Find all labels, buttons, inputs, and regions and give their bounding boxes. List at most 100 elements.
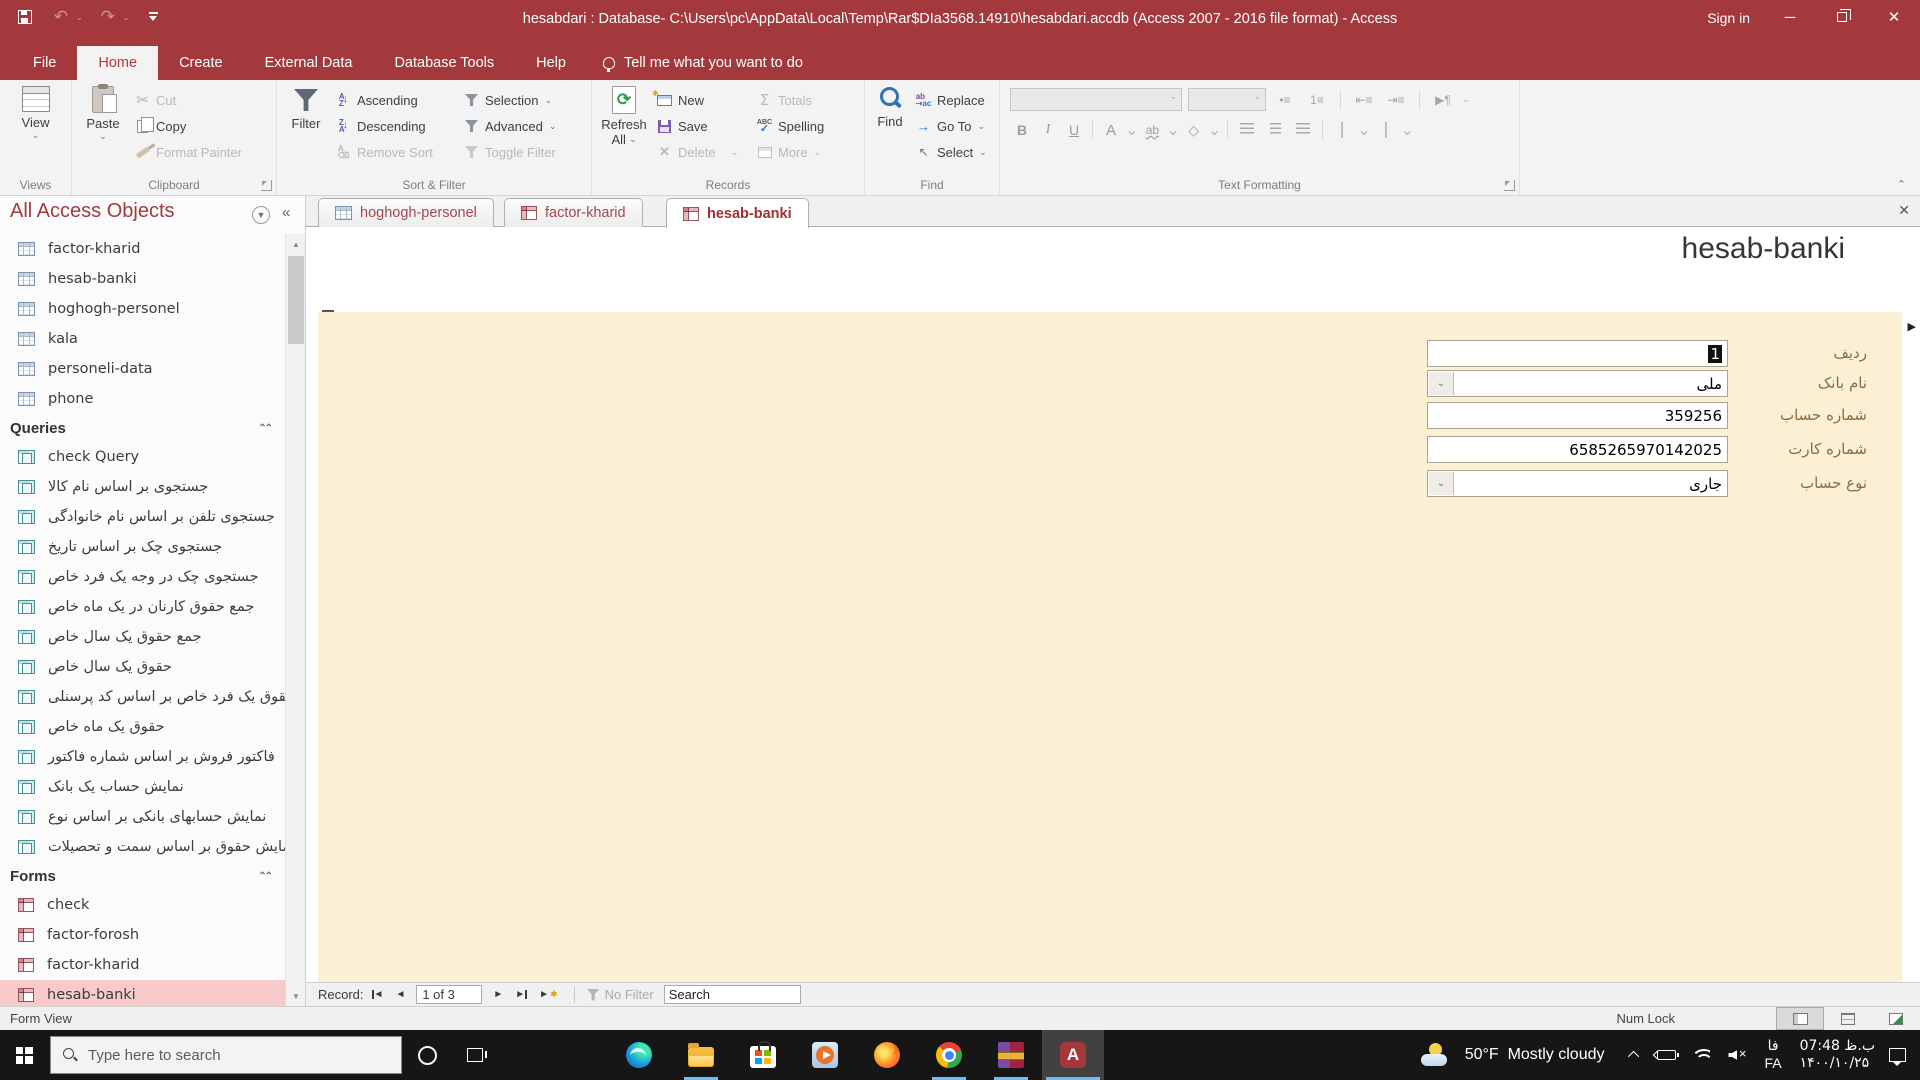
new-record-button[interactable]: New	[652, 87, 756, 113]
navigation-scrollbar[interactable]: ▲ ▼	[285, 234, 305, 1006]
nav-item-query-حقوق-یک-ماه-خاص[interactable]: حقوق یک ماه خاص	[0, 712, 285, 742]
weather-widget[interactable]: 50°F Mostly cloudy	[1419, 1043, 1604, 1067]
cortana-button[interactable]	[404, 1030, 450, 1080]
toggle-filter-button[interactable]: Toggle Filter	[463, 139, 556, 165]
align-left-icon[interactable]	[1234, 123, 1260, 137]
nav-item-query-check-query[interactable]: check Query	[0, 442, 285, 472]
nav-item-form-check[interactable]: check	[0, 890, 285, 920]
wifi-icon[interactable]	[1694, 1049, 1710, 1062]
taskbar-search-input[interactable]	[88, 1046, 368, 1064]
format-painter-button[interactable]: Format Painter	[134, 139, 242, 165]
close-button[interactable]: ✕	[1868, 0, 1920, 34]
nav-item-query-نمایش-حسابهای-بانکی-بر-اساس-نوع[interactable]: نمایش حسابهای بانکی بر اساس نوع	[0, 802, 285, 832]
combo-dropdown-icon[interactable]: ⌄	[1429, 472, 1454, 495]
font-size-combo[interactable]	[1188, 88, 1266, 111]
nav-item-query-نمایش-حقوق-بر-اساس-سمت-و-تحصیلات[interactable]: نمایش حقوق بر اساس سمت و تحصیلات	[0, 832, 285, 862]
document-tab-hesab-banki[interactable]: hesab-banki	[666, 198, 809, 228]
nav-section-header-forms[interactable]: Forms ⌃⌃	[0, 862, 285, 890]
collapse-section-icon[interactable]: ⌃⌃	[258, 423, 273, 434]
design-view-button[interactable]	[1872, 1007, 1920, 1030]
taskbar-app-media-player[interactable]	[794, 1030, 856, 1080]
navigation-pane-shutter-icon[interactable]: «	[282, 204, 290, 221]
record-search-input[interactable]	[663, 985, 801, 1004]
menu-tab-external-data[interactable]: External Data	[244, 46, 374, 80]
task-view-button[interactable]	[452, 1030, 498, 1080]
scrollbar-up-icon[interactable]: ▲	[287, 235, 305, 253]
battery-icon[interactable]	[1657, 1050, 1680, 1060]
decrease-indent-icon[interactable]: ⇤≡	[1351, 93, 1377, 107]
ascending-button[interactable]: A Z ↓ Ascending	[335, 87, 463, 113]
gridlines-icon[interactable]	[1329, 122, 1355, 138]
highlight-color-icon[interactable]: ab	[1140, 123, 1164, 137]
font-color-icon[interactable]: A	[1099, 122, 1123, 139]
nav-item-table-hesab-banki[interactable]: hesab-banki	[0, 264, 285, 294]
sign-in-button[interactable]: Sign in	[1697, 7, 1760, 29]
record-position-box[interactable]: 1 of 3	[416, 985, 483, 1004]
spelling-button[interactable]: ABC ✓ Spelling	[756, 113, 824, 139]
taskbar-app-file-explorer[interactable]	[670, 1030, 732, 1080]
previous-record-icon[interactable]: ◄	[391, 989, 409, 1000]
nav-item-query-جستجوی-بر-اساس-نام-کالا[interactable]: جستجوی بر اساس نام کالا	[0, 472, 285, 502]
copy-button[interactable]: Copy	[134, 113, 242, 139]
save-record-button[interactable]: Save	[656, 113, 756, 139]
bold-icon[interactable]: B	[1010, 122, 1034, 138]
align-right-icon[interactable]	[1290, 123, 1316, 137]
totals-button[interactable]: Σ Totals	[756, 87, 824, 113]
form-view-button[interactable]	[1776, 1007, 1824, 1030]
clock[interactable]: ب.ظ 07:48 ۱۴۰۰/۱۰/۲۵	[1800, 1038, 1875, 1072]
close-document-icon[interactable]: ✕	[1898, 202, 1910, 219]
menu-tab-create[interactable]: Create	[158, 46, 244, 80]
nav-item-query-حقوق-یک-فرد-خاص-بر-اساس-کد-پرسنلی[interactable]: حقوق یک فرد خاص بر اساس کد پرسنلی	[0, 682, 285, 712]
replace-button[interactable]: ab ⇢ac Replace	[915, 87, 987, 113]
menu-tab-help[interactable]: Help	[515, 46, 587, 80]
taskbar-app-edge[interactable]	[608, 1030, 670, 1080]
nav-item-table-phone[interactable]: phone	[0, 384, 285, 414]
remove-sort-button[interactable]: A ⌫ Remove Sort	[335, 139, 463, 165]
next-record-icon[interactable]: ►	[489, 989, 507, 1000]
go-to-button[interactable]: → Go To ⌄	[915, 113, 987, 139]
view-button[interactable]: View ⌄	[6, 80, 66, 170]
menu-tab-home[interactable]: Home	[77, 46, 159, 80]
align-center-icon[interactable]	[1262, 123, 1288, 137]
advanced-button[interactable]: Advanced ⌄	[463, 113, 556, 139]
background-fill-icon[interactable]: ◇	[1182, 122, 1206, 139]
datasheet-view-button[interactable]	[1824, 1007, 1872, 1030]
delete-record-button[interactable]: ✕ Delete ⌄	[656, 139, 756, 165]
tray-expand-chevron-icon[interactable]	[1628, 1050, 1640, 1063]
nav-item-query-جمع-حقوق-یک-سال-خاص[interactable]: جمع حقوق یک سال خاص	[0, 622, 285, 652]
select-button[interactable]: ↖ Select ⌄	[915, 139, 986, 165]
document-tab-hoghogh-personel[interactable]: hoghogh-personel	[318, 198, 494, 227]
language-indicator[interactable]: فا FA	[1764, 1038, 1781, 1072]
nav-item-table-hoghogh-personel[interactable]: hoghogh-personel	[0, 294, 285, 324]
start-button[interactable]	[0, 1030, 48, 1080]
menu-tab-database-tools[interactable]: Database Tools	[373, 46, 515, 80]
first-record-icon[interactable]: ◄	[368, 989, 388, 1000]
document-tab-factor-kharid[interactable]: factor-kharid	[504, 198, 643, 227]
new-blank-record-icon[interactable]: ► ✱	[535, 989, 561, 1000]
increase-indent-icon[interactable]: ⇥≡	[1383, 93, 1409, 107]
nav-item-query-فاکتور-فروش-بر-اساس-شماره-فاکتور[interactable]: فاکتور فروش بر اساس شماره فاکتور	[0, 742, 285, 772]
nav-item-query-جمع-حقوق-کارنان-در-یک-ماه-خاص[interactable]: جمع حقوق کارنان در یک ماه خاص	[0, 592, 285, 622]
tell-me-box[interactable]: Tell me what you want to do	[587, 46, 819, 80]
nav-item-table-personeli-data[interactable]: personeli-data	[0, 354, 285, 384]
italic-icon[interactable]: I	[1036, 122, 1060, 138]
taskbar-app-microsoft-store[interactable]	[732, 1030, 794, 1080]
nav-item-table-factor-kharid[interactable]: factor-kharid	[0, 234, 285, 264]
cut-button[interactable]: ✂ Cut	[134, 87, 242, 113]
selection-button[interactable]: Selection ⌄	[463, 87, 556, 113]
refresh-all-button[interactable]: ⟳ Refresh All ⌄	[592, 80, 656, 170]
text-direction-icon[interactable]: ▶¶	[1430, 93, 1456, 107]
nav-item-form-factor-forosh[interactable]: factor-forosh	[0, 920, 285, 950]
descending-button[interactable]: Z A ↓ Descending	[335, 113, 463, 139]
taskbar-search-box[interactable]	[50, 1036, 402, 1074]
combo-dropdown-icon[interactable]: ⌄	[1429, 372, 1454, 395]
nav-item-query-جستجوی-چک-در-وجه-یک-فرد-خاص[interactable]: جستجوی چک در وجه یک فرد خاص	[0, 562, 285, 592]
text-formatting-dialog-launcher-icon[interactable]	[1504, 180, 1515, 191]
last-record-icon[interactable]: ►	[511, 989, 531, 1000]
taskbar-app-firefox[interactable]	[856, 1030, 918, 1080]
navigation-pane-menu-icon[interactable]: ▼	[252, 206, 270, 224]
nav-item-table-kala[interactable]: kala	[0, 324, 285, 354]
bullets-icon[interactable]: •≡	[1272, 93, 1298, 107]
action-center-icon[interactable]	[1889, 1048, 1906, 1066]
underline-icon[interactable]: U	[1062, 122, 1086, 138]
